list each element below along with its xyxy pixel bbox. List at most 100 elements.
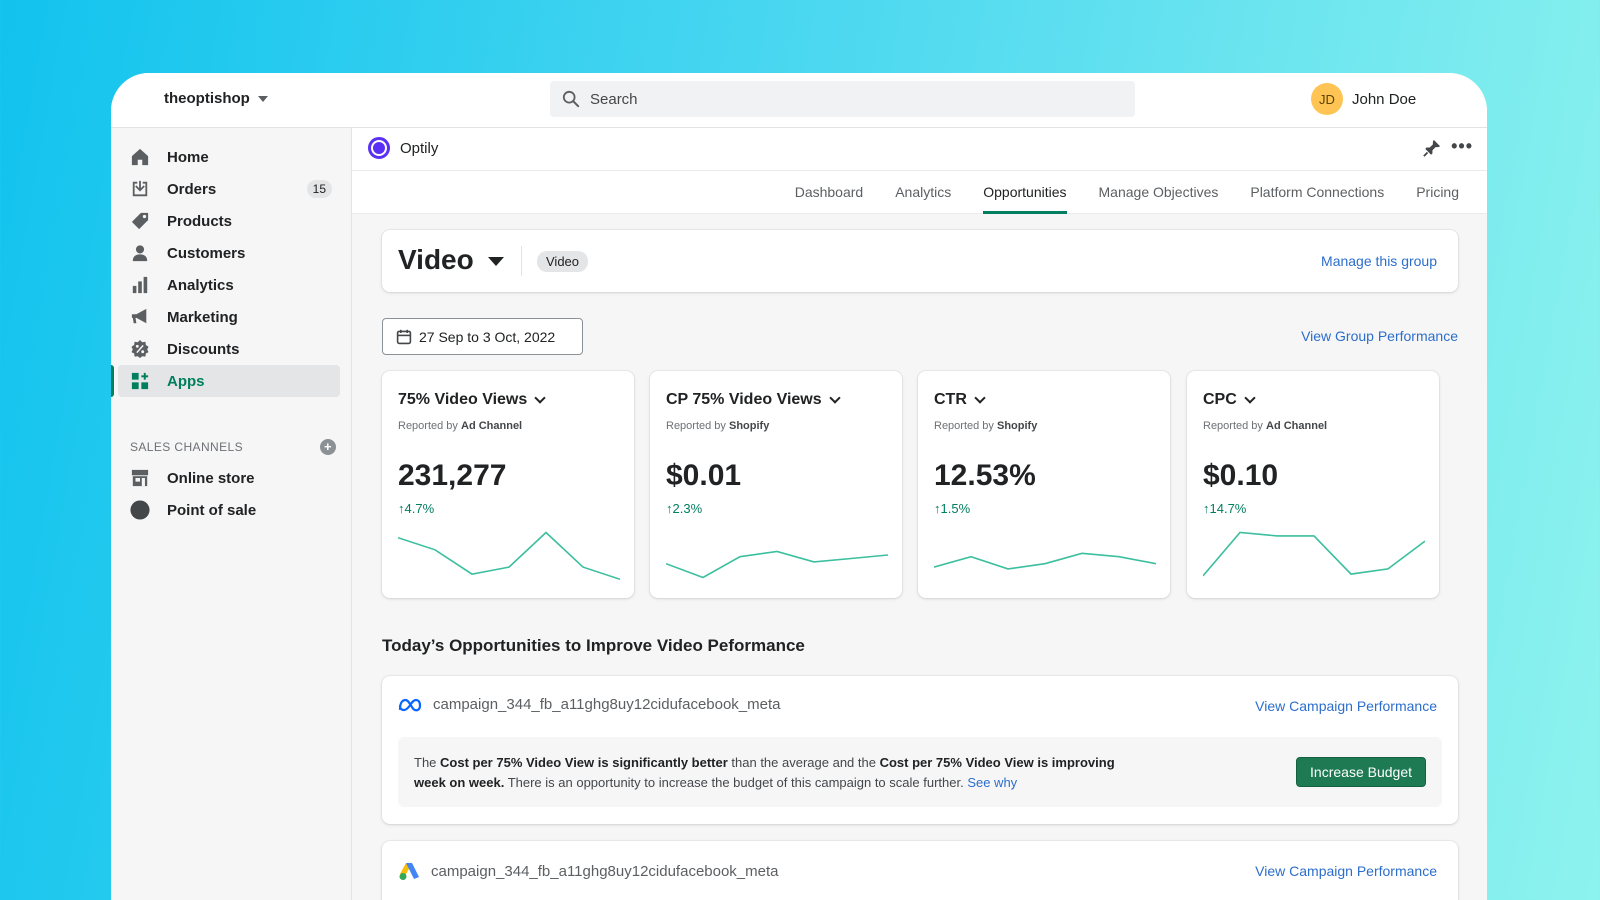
tab-opportunities[interactable]: Opportunities — [983, 171, 1067, 214]
sidebar-item-home[interactable]: Home — [118, 141, 340, 173]
chevron-down-icon — [828, 392, 841, 404]
top-bar: theoptishop Search JD John Doe — [111, 73, 1487, 128]
view-group-performance-link[interactable]: View Group Performance — [1301, 328, 1458, 344]
tab-platform-connections[interactable]: Platform Connections — [1250, 171, 1384, 214]
metric-title: 75% Video Views — [398, 391, 528, 408]
discount-icon — [130, 339, 150, 359]
group-title: Video — [398, 244, 474, 275]
metric-change: ↑14.7% — [1203, 501, 1246, 516]
metric-value: 12.53% — [934, 459, 1036, 492]
metric-change: ↑4.7% — [398, 501, 434, 516]
sidebar-item-label: Point of sale — [167, 501, 257, 519]
metric-card[interactable]: CPC Reported by Ad Channel $0.10 ↑14.7% — [1187, 371, 1439, 598]
apps-icon — [130, 371, 150, 391]
calendar-icon — [396, 329, 412, 344]
orders-count-badge: 15 — [306, 180, 332, 198]
orders-icon — [130, 179, 150, 199]
sidebar-item-orders[interactable]: Orders 15 — [118, 173, 340, 205]
date-range-picker[interactable]: 27 Sep to 3 Oct, 2022 — [382, 318, 583, 355]
metric-change-value: 14.7% — [1209, 501, 1247, 516]
opportunity-insight: The Cost per 75% Video View is significa… — [398, 737, 1442, 807]
metric-card[interactable]: CTR Reported by Shopify 12.53% ↑1.5% — [918, 371, 1170, 598]
home-icon — [130, 147, 150, 167]
sidebar-item-marketing[interactable]: Marketing — [118, 301, 340, 333]
group-selector[interactable]: Video — [398, 244, 504, 276]
sidebar-item-point-of-sale[interactable]: Point of sale — [118, 494, 340, 526]
metric-change-value: 1.5% — [940, 501, 971, 516]
sparkline-chart — [666, 550, 888, 579]
caret-down-icon — [487, 257, 504, 266]
store-icon — [130, 468, 150, 488]
metric-selector[interactable]: CPC — [1203, 391, 1256, 409]
optily-logo-icon — [368, 137, 390, 159]
sidebar-item-label: Discounts — [167, 340, 240, 358]
bar-chart-icon — [130, 275, 150, 295]
campaign-header: campaign_344_fb_a11ghg8uy12cidufacebook_… — [398, 696, 781, 713]
insight-text-part: There is an opportunity to increase the … — [504, 775, 968, 790]
metric-source-prefix: Reported by — [1203, 420, 1263, 432]
metric-source-prefix: Reported by — [398, 420, 458, 432]
metric-value: 231,277 — [398, 459, 507, 492]
sidebar-item-label: Marketing — [167, 308, 238, 326]
metric-card[interactable]: 75% Video Views Reported by Ad Channel 2… — [382, 371, 634, 598]
metric-source-name: Ad Channel — [1266, 420, 1328, 432]
view-campaign-performance-link[interactable]: View Campaign Performance — [1255, 698, 1437, 714]
group-tag: Video — [537, 251, 589, 272]
tag-icon — [130, 211, 150, 231]
store-switcher[interactable]: theoptishop — [164, 90, 268, 107]
increase-budget-button[interactable]: Increase Budget — [1296, 757, 1426, 787]
app-window: theoptishop Search JD John Doe Home Orde… — [111, 73, 1487, 900]
insight-highlight: Cost per 75% Video View is significantly… — [440, 755, 728, 770]
metric-change: ↑2.3% — [666, 501, 702, 516]
more-actions-icon[interactable]: ••• — [1451, 137, 1473, 155]
app-tabs-bar: Dashboard Analytics Opportunities Manage… — [352, 171, 1487, 214]
search-bar[interactable]: Search — [550, 81, 1135, 117]
metric-source-prefix: Reported by — [934, 420, 994, 432]
chevron-down-icon — [974, 392, 986, 404]
metric-title: CPC — [1203, 391, 1237, 408]
tab-pricing[interactable]: Pricing — [1416, 171, 1459, 214]
manage-group-link[interactable]: Manage this group — [1321, 253, 1437, 269]
meta-logo-icon — [398, 698, 422, 711]
campaign-name: campaign_344_fb_a11ghg8uy12cidufacebook_… — [433, 696, 781, 713]
pos-icon — [130, 500, 150, 520]
metric-title: CTR — [934, 391, 967, 408]
sidebar-item-label: Analytics — [167, 276, 234, 294]
campaign-header: campaign_344_fb_a11ghg8uy12cidufacebook_… — [398, 861, 779, 881]
sidebar-item-analytics[interactable]: Analytics — [118, 269, 340, 301]
tab-analytics[interactable]: Analytics — [895, 171, 951, 214]
sidebar-item-apps[interactable]: Apps — [111, 365, 340, 397]
megaphone-icon — [130, 307, 150, 327]
sidebar-item-online-store[interactable]: Online store — [118, 462, 340, 494]
sparkline-line — [666, 550, 888, 579]
add-channel-icon[interactable]: + — [320, 439, 336, 455]
sidebar-item-label: Products — [167, 212, 233, 230]
tab-dashboard[interactable]: Dashboard — [795, 171, 864, 214]
sidebar-item-discounts[interactable]: Discounts — [118, 333, 340, 365]
metric-source: Reported by Shopify — [934, 420, 1037, 432]
metric-source: Reported by Shopify — [666, 420, 769, 432]
metric-source-prefix: Reported by — [666, 420, 726, 432]
sidebar-item-label: Home — [167, 148, 209, 166]
view-campaign-performance-link[interactable]: View Campaign Performance — [1255, 863, 1437, 879]
date-range-label: 27 Sep to 3 Oct, 2022 — [419, 328, 556, 345]
person-icon — [130, 243, 150, 263]
metric-change-value: 4.7% — [404, 501, 435, 516]
metric-selector[interactable]: CP 75% Video Views — [666, 391, 841, 409]
sidebar-item-label: Orders — [167, 180, 217, 198]
user-menu[interactable]: JD John Doe — [1311, 83, 1416, 115]
main-content: Optily ••• Dashboard Analytics Opportuni… — [352, 128, 1487, 900]
campaign-name: campaign_344_fb_a11ghg8uy12cidufacebook_… — [431, 862, 779, 880]
metric-selector[interactable]: 75% Video Views — [398, 391, 546, 409]
sidebar-item-customers[interactable]: Customers — [118, 237, 340, 269]
sidebar-item-products[interactable]: Products — [118, 205, 340, 237]
sales-channels-label: SALES CHANNELS — [130, 440, 243, 454]
metric-selector[interactable]: CTR — [934, 391, 986, 409]
sparkline-chart — [398, 531, 620, 581]
pin-icon[interactable] — [1423, 139, 1441, 162]
search-icon — [562, 90, 580, 108]
metric-card[interactable]: CP 75% Video Views Reported by Shopify $… — [650, 371, 902, 598]
see-why-link[interactable]: See why — [967, 775, 1017, 790]
sidebar-item-label: Apps — [167, 372, 205, 390]
tab-manage-objectives[interactable]: Manage Objectives — [1099, 171, 1219, 214]
